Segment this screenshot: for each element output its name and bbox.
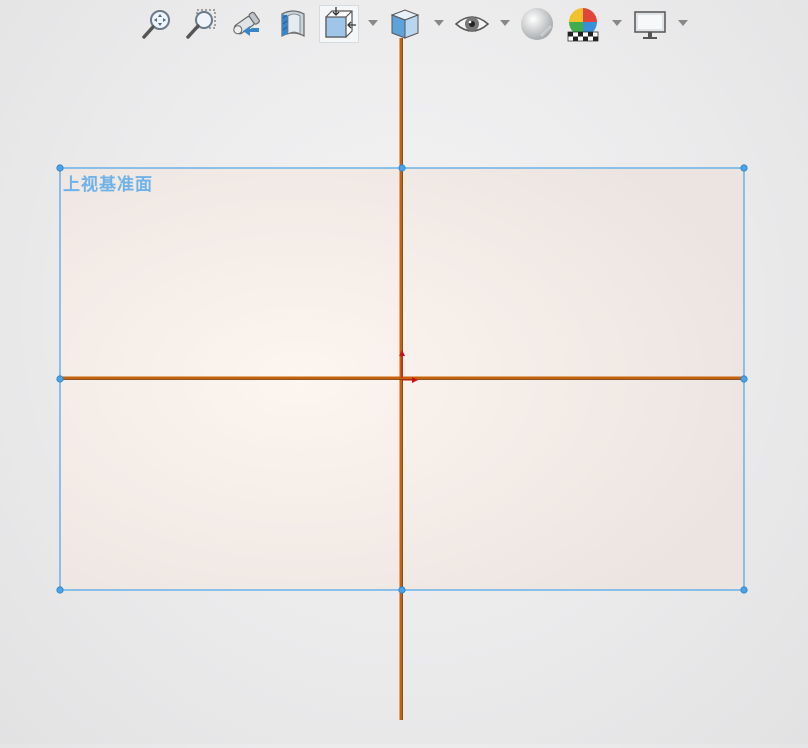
section-view-button[interactable] [273,5,313,43]
hide-show-items-dropdown[interactable] [498,16,512,30]
apply-scene-icon [567,8,599,42]
view-settings-icon [634,11,666,39]
chevron-down-icon [368,20,378,26]
hide-show-items-button[interactable] [452,5,492,43]
plane-handle [740,375,748,383]
chevron-down-icon [500,20,510,26]
view-settings-button[interactable] [630,5,670,43]
display-style-icon [390,9,420,39]
view-orientation-dropdown[interactable] [366,16,380,30]
chevron-down-icon [434,20,444,26]
graphics-canvas[interactable] [0,0,808,744]
chevron-down-icon [612,20,622,26]
plane-handle [56,586,64,594]
zoom-to-fit-button[interactable] [137,5,177,43]
view-orientation-button[interactable] [319,5,359,43]
plane-handle [740,164,748,172]
plane-label: 上视基准面 [63,175,153,195]
zoom-to-area-button[interactable] [181,5,221,43]
display-style-dropdown[interactable] [432,16,446,30]
graphics-area[interactable]: 上视基准面 [0,0,808,744]
previous-view-icon [233,11,260,36]
view-orientation-icon [325,7,356,38]
edit-appearance-icon [521,8,553,40]
display-style-button[interactable] [385,5,425,43]
plane-handle [56,375,64,383]
edit-appearance-button[interactable] [517,5,557,43]
apply-scene-button[interactable] [563,5,603,43]
chevron-down-icon [678,20,688,26]
section-view-icon [281,10,305,38]
previous-view-button[interactable] [226,5,266,43]
zoom-to-fit-icon [142,10,170,39]
apply-scene-dropdown[interactable] [610,16,624,30]
plane-handle [398,164,406,172]
hide-show-items-icon [454,16,490,32]
plane-handle [740,586,748,594]
plane-handle [398,586,406,594]
heads-up-view-toolbar [0,0,808,48]
zoom-to-area-icon [186,9,216,39]
view-settings-dropdown[interactable] [676,16,690,30]
